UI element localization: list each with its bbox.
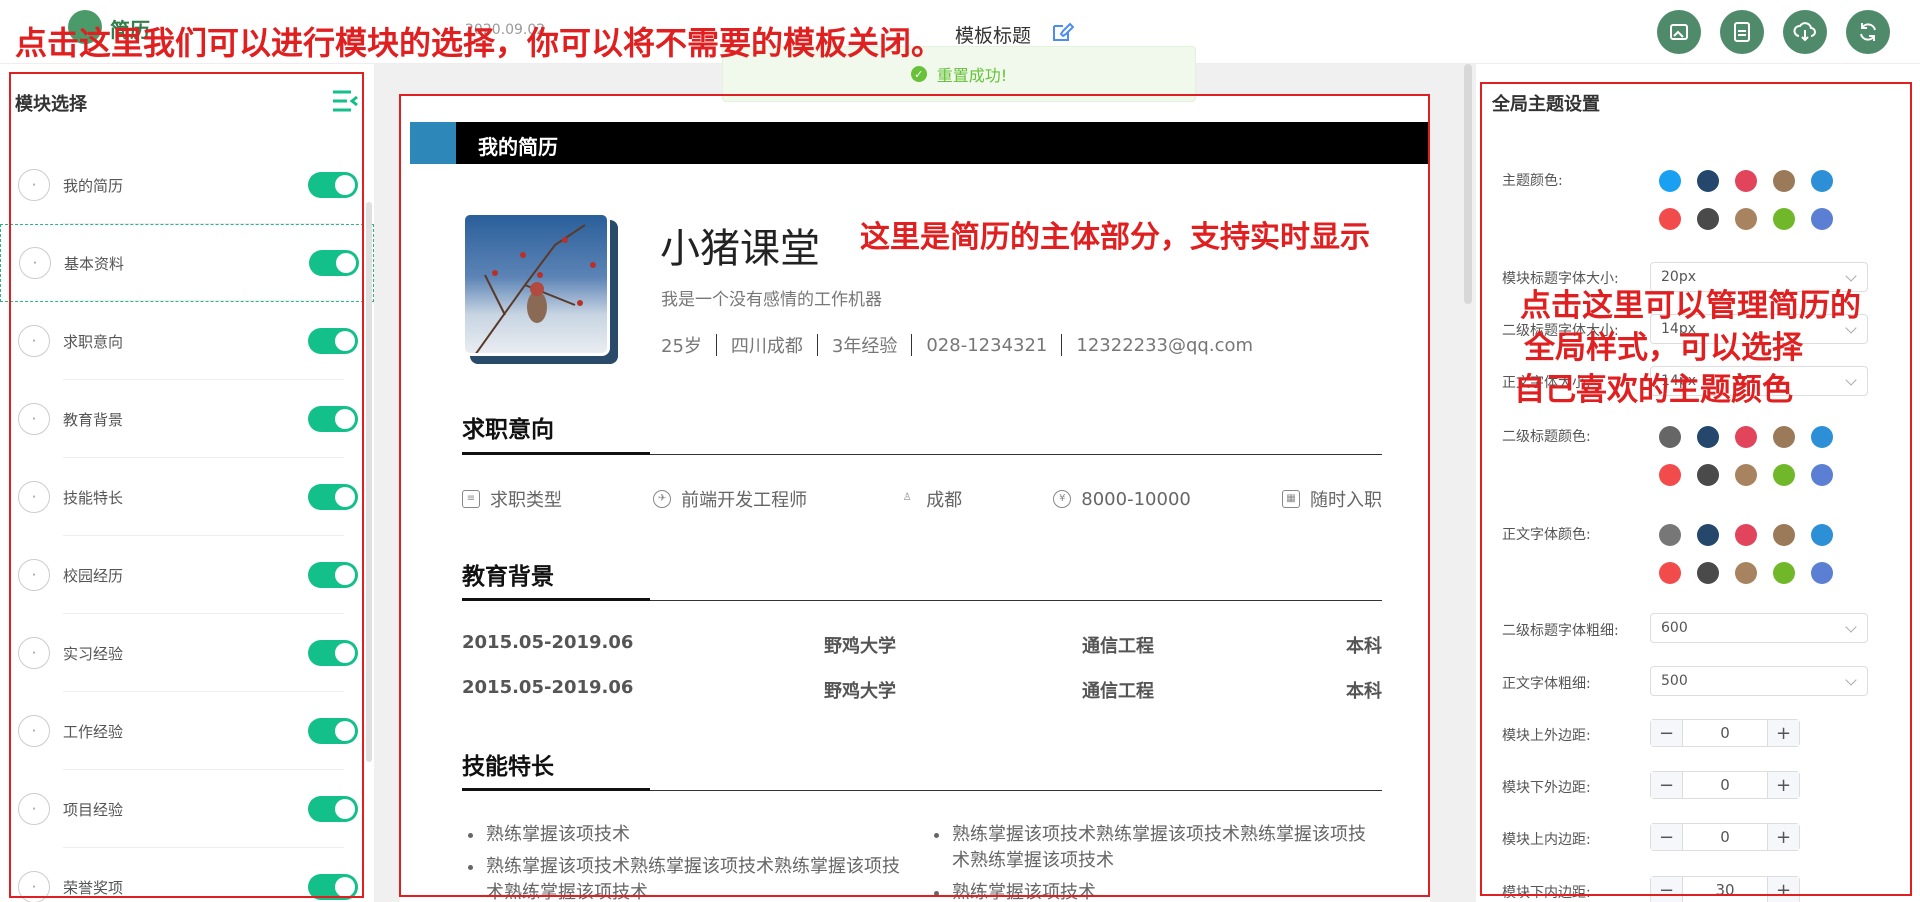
toast-message: 重置成功! xyxy=(936,66,1008,85)
annotation-box-left xyxy=(9,72,364,898)
download-button[interactable] xyxy=(1783,10,1827,54)
app-root: 简历 2020.09.02 模板标题 ✓ 重置成功! 模块选择 · 我的简历 · 基本… xyxy=(0,0,1920,902)
resume-scrollbar[interactable] xyxy=(1464,64,1472,304)
export-image-button[interactable] xyxy=(1657,10,1701,54)
left-scrollbar[interactable] xyxy=(366,202,372,762)
export-pdf-button[interactable] xyxy=(1720,10,1764,54)
annotation-middle: 这里是简历的主体部分，支持实时显示 xyxy=(860,220,1370,255)
annotation-box-right xyxy=(1480,82,1912,896)
cloud-download-icon xyxy=(1793,22,1816,42)
image-icon xyxy=(1670,24,1688,40)
refresh-icon xyxy=(1860,23,1876,41)
refresh-button[interactable] xyxy=(1846,10,1890,54)
annotation-right-1: 点击这里可以管理简历的 xyxy=(1520,288,1861,324)
annotation-top: 点击这里我们可以进行模块的选择，你可以将不需要的模板关闭。 xyxy=(15,24,944,62)
template-title: 模板标题 xyxy=(955,25,1032,47)
edit-icon[interactable] xyxy=(1050,20,1074,44)
check-circle-icon: ✓ xyxy=(910,66,927,82)
annotation-right-2: 全局样式，可以选择 xyxy=(1524,330,1803,366)
annotation-right-3: 自己喜欢的主题颜色 xyxy=(1514,372,1793,408)
pdf-icon xyxy=(1734,22,1750,42)
